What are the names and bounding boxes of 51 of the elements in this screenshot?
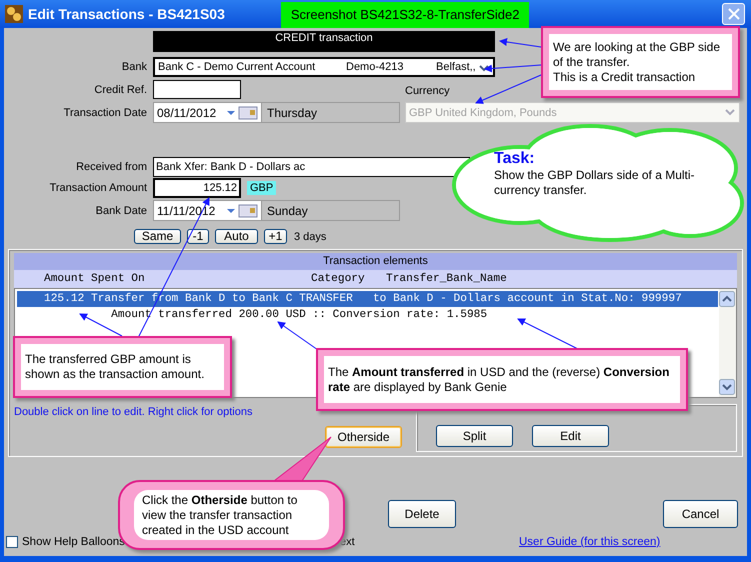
cancel-button[interactable]: Cancel <box>663 500 738 528</box>
otherside-button[interactable]: Otherside <box>325 426 402 448</box>
scroll-up-icon <box>719 291 735 307</box>
received-from-field[interactable]: Bank Xfer: Bank D - Dollars ac <box>153 157 470 177</box>
element-action-button[interactable]: Edit <box>532 425 609 447</box>
hint-text: Double click on line to edit. Right click for options <box>14 406 252 418</box>
credit-ref-label: Credit Ref. <box>93 84 148 96</box>
transaction-type-bar: CREDIT transaction <box>153 31 495 52</box>
transaction-amount-label: Transaction Amount <box>48 182 148 194</box>
date-adjust-button[interactable]: +1 <box>264 229 287 244</box>
user-guide-link[interactable]: User Guide (for this screen) <box>519 536 660 548</box>
delete-button[interactable]: Delete <box>388 500 456 528</box>
panel-header: Transaction elements <box>14 253 737 270</box>
bank-label: Bank <box>120 61 148 73</box>
scrollbar[interactable] <box>719 289 736 397</box>
date-adjust-button[interactable]: Same <box>134 229 181 244</box>
checkbox-label: Show Help Balloons <box>22 536 125 548</box>
callout-heading: Task: <box>494 150 536 168</box>
calendar-dropdown-icon <box>225 106 259 120</box>
callout-text: Click the Otherside button to view the transfer transaction created in the USD account <box>142 492 298 538</box>
window-title: Edit Transactions - BS421S03 <box>28 6 225 22</box>
list-row[interactable]: 125.12 Transfer from Bank D to Bank C TRANSFER to Bank D - Dollars account in Stat.No: 999997 <box>17 291 718 307</box>
bank-date-label: Bank Date <box>94 204 148 216</box>
currency-label: Currency <box>405 85 450 97</box>
checkbox[interactable] <box>6 536 18 548</box>
pointer-arrow <box>277 321 318 350</box>
transaction-date-field[interactable]: 08/11/2012 <box>153 102 262 123</box>
callout-text: The transferred GBP amount is shown as the transaction amount. <box>25 352 206 382</box>
column-header: Amount Spent On <box>44 272 145 287</box>
element-action-button[interactable]: Split <box>436 425 513 447</box>
transaction-date-label: Transaction Date <box>62 106 148 118</box>
callout-text: The Amount transferred in USD and the (reverse) Conversion rate are displayed by Bank Genie <box>328 364 670 394</box>
callout-text: Show the GBP Dollars side of a Multi-currency transfer. <box>494 168 696 198</box>
close-icon <box>728 8 740 20</box>
pointer-arrow <box>499 38 542 48</box>
credit-ref-field[interactable] <box>153 80 241 99</box>
scroll-down-icon <box>719 379 735 395</box>
received-from-label: Received from <box>75 161 148 173</box>
callout-text: We are looking at the GBP side of the transfer. This is a Credit transaction <box>553 40 721 84</box>
currency-tag: GBP <box>247 181 276 195</box>
calendar-dropdown-icon <box>225 204 259 218</box>
days-count: 3 days <box>294 230 326 242</box>
column-header: Transfer_Bank_Name <box>386 272 507 287</box>
weekday-display: Thursday <box>262 102 400 123</box>
bank-dropdown[interactable]: Bank C - Demo Current Account Demo-4213 Belfast,, <box>153 57 495 77</box>
date-adjust-button[interactable]: Auto <box>215 229 258 244</box>
column-header: Category <box>311 272 365 287</box>
weekday-display: Sunday <box>262 200 400 221</box>
screenshot-banner: Screenshot BS421S32-8-TransferSide2 <box>280 2 530 28</box>
date-adjust-button[interactable]: -1 <box>187 229 209 244</box>
transaction-amount-field[interactable]: 125.12 <box>153 178 241 198</box>
